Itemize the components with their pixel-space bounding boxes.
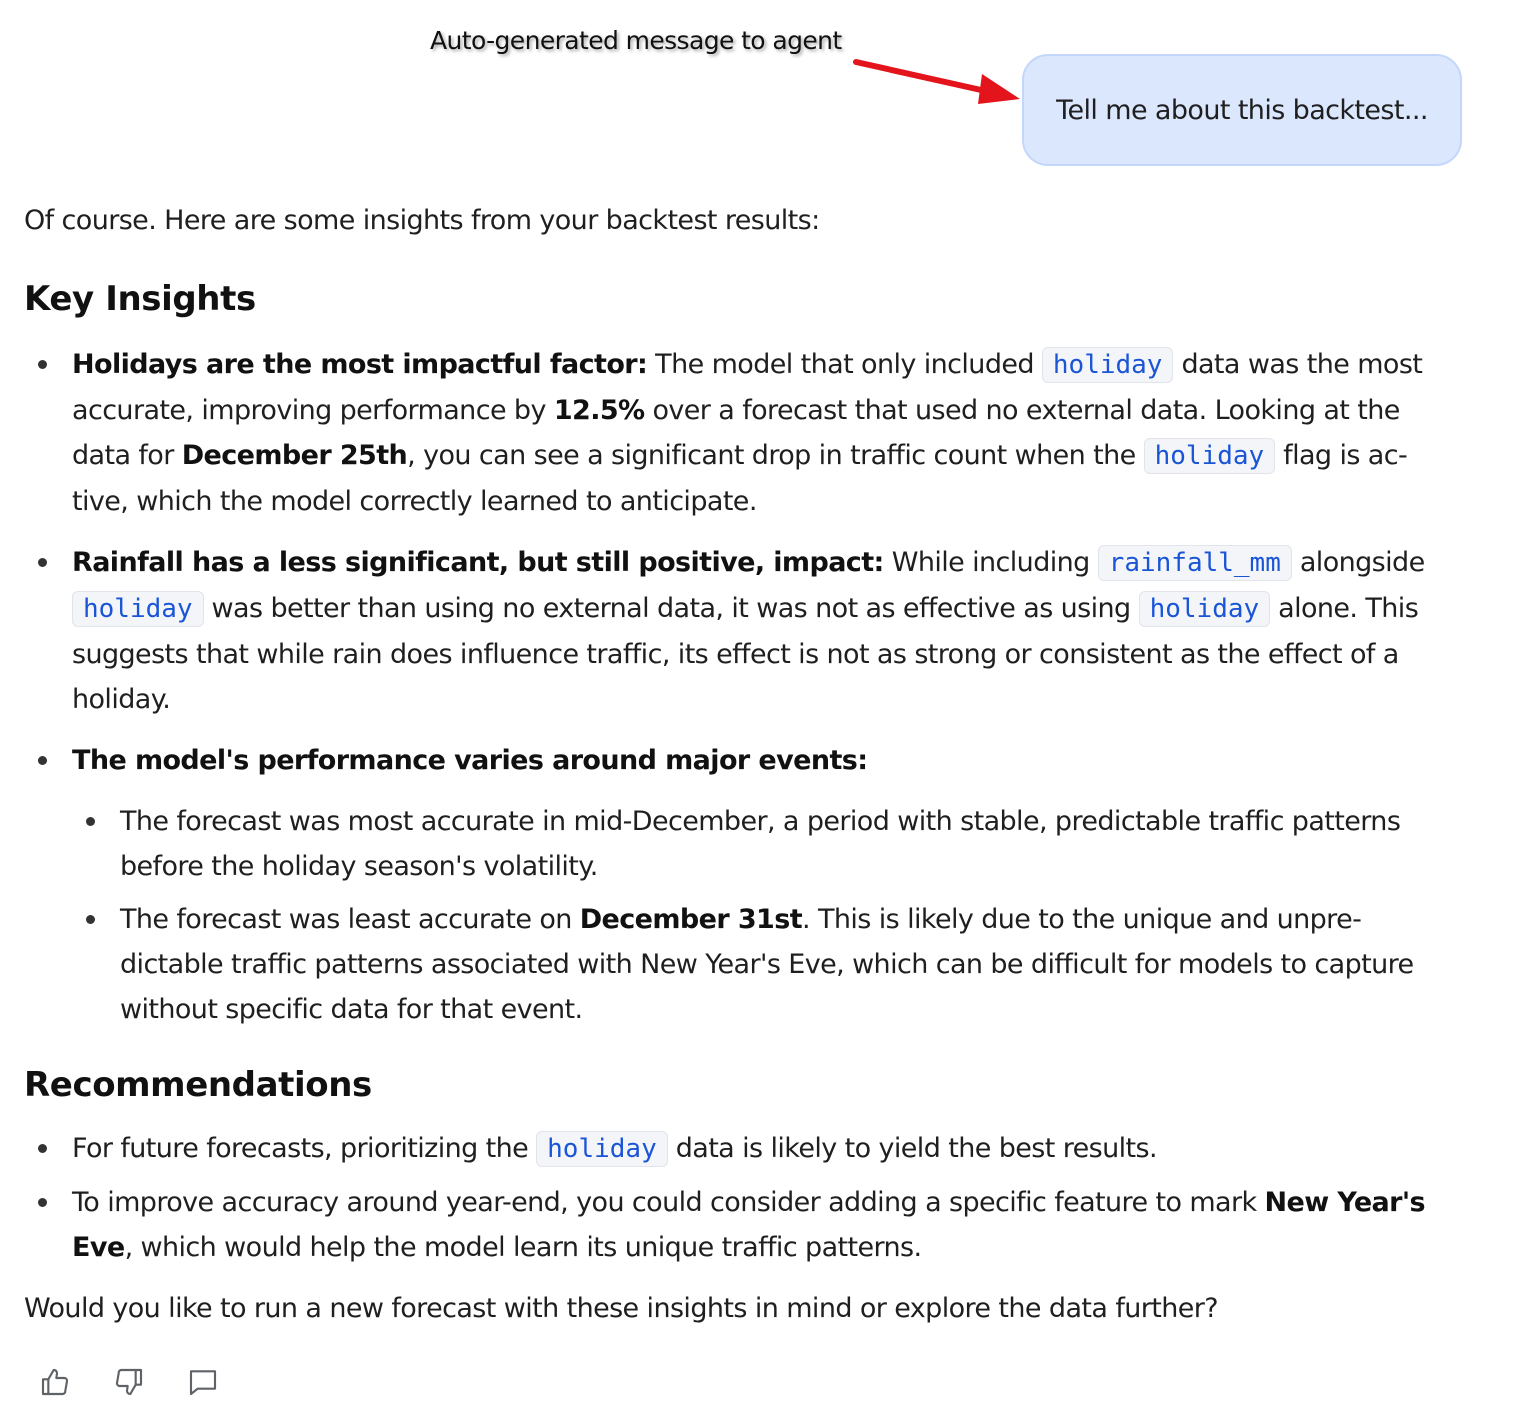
text: data is likely to yield the best results… [667, 1133, 1158, 1164]
text: alongside [1291, 547, 1425, 578]
text: The forecast was most accurate in mid-De… [120, 806, 1401, 882]
comment-icon [189, 1370, 217, 1396]
code-token: holiday [1143, 438, 1276, 474]
thumbs-down-icon [115, 1368, 143, 1396]
thumbs-down-button[interactable] [112, 1365, 146, 1399]
comment-button[interactable] [186, 1365, 220, 1399]
text: To improve accuracy around year-end, you… [72, 1187, 1265, 1218]
recommendations-list: For future forecasts, prioritizing the h… [24, 1126, 1454, 1270]
feedback-actions [38, 1365, 220, 1399]
assistant-response: Of course. Here are some insights from y… [24, 198, 1454, 1332]
text: The model that only included [647, 349, 1042, 380]
list-item: Holidays are the most impactful factor: … [24, 342, 1454, 524]
key-insights-heading: Key Insights [24, 279, 256, 319]
text: was better than using no external data, … [203, 593, 1139, 624]
response-closing: Would you like to run a new forecast wit… [24, 1293, 1219, 1324]
user-message-bubble: Tell me about this backtest... [1022, 54, 1462, 166]
bold-text: Rainfall has a less significant, but sti… [72, 547, 884, 578]
annotation-arrow-icon [853, 59, 1020, 104]
recommendations-heading: Recommendations [24, 1065, 372, 1105]
user-message-text: Tell me about this backtest... [1056, 94, 1428, 126]
text: For future forecasts, prioritizing the [72, 1133, 537, 1164]
code-token: holiday [1041, 347, 1174, 383]
list-item: Rainfall has a less significant, but sti… [24, 540, 1454, 722]
list-item: To improve accuracy around year-end, you… [24, 1180, 1454, 1270]
thumbs-up-button[interactable] [38, 1365, 72, 1399]
text: While including [883, 547, 1098, 578]
sub-list-item: The forecast was least accurate on Decem… [72, 897, 1454, 1032]
text: , which would help the model learn its u… [124, 1232, 923, 1263]
list-item: The model's performance varies around ma… [24, 738, 1454, 1032]
code-token: rainfall_mm [1097, 545, 1292, 581]
code-token: holiday [536, 1131, 668, 1167]
text: , you can see a significant drop in traf… [407, 440, 1144, 471]
bold-text: 12.5% [553, 395, 645, 426]
bold-text: The model's performance varies around ma… [72, 745, 868, 776]
code-token: holiday [1138, 591, 1271, 627]
list-item: For future forecasts, prioritizing the h… [24, 1126, 1454, 1172]
bold-text: Holidays are the most impactful factor: [72, 349, 648, 380]
response-intro: Of course. Here are some insights from y… [24, 205, 820, 236]
code-token: holiday [72, 591, 204, 627]
key-insights-list: Holidays are the most impactful factor: … [24, 342, 1454, 1032]
annotation-label: Auto-generated message to agent [430, 26, 842, 55]
text: The forecast was least accurate on [120, 904, 580, 935]
sub-list: The forecast was most accurate in mid-De… [72, 799, 1454, 1032]
thumbs-up-icon [41, 1368, 69, 1396]
sub-list-item: The forecast was most accurate in mid-De… [72, 799, 1454, 889]
bold-text: December 25th [181, 440, 408, 471]
bold-text: December 31st [579, 904, 803, 935]
